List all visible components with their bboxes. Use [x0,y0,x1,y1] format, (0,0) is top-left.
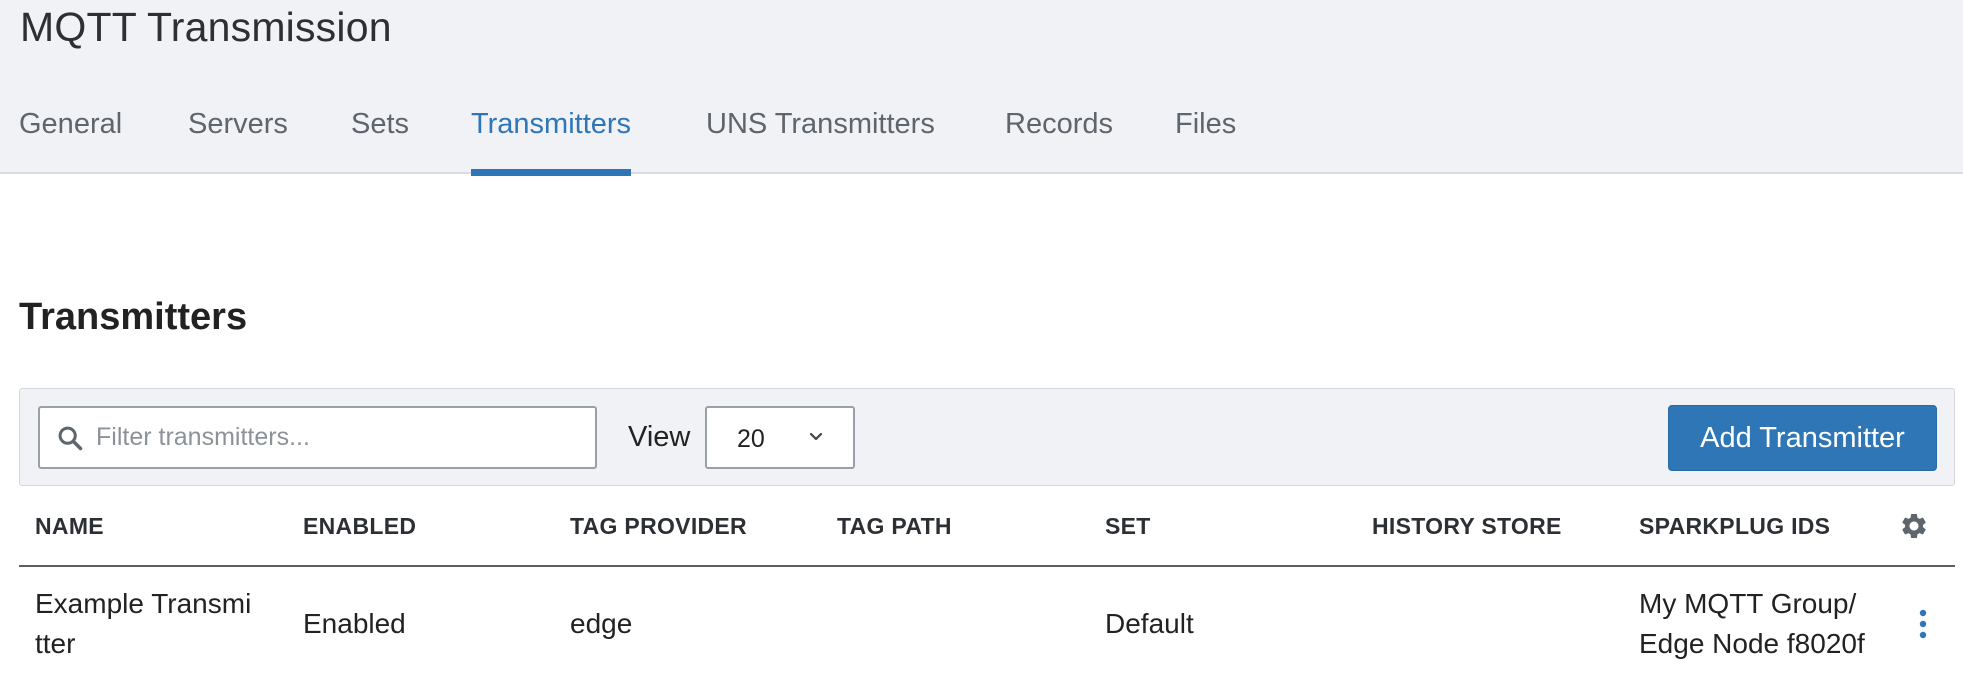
kebab-menu-icon[interactable] [1919,609,1927,639]
page-size-select[interactable]: 20 [705,406,855,469]
tab-servers[interactable]: Servers [188,104,288,174]
section-title: Transmitters [19,296,248,338]
gear-icon[interactable] [1899,511,1929,541]
cell-name-line2: tter [35,628,76,659]
cell-sparkplug-line2: Edge Node f8020f [1639,628,1865,659]
table-row[interactable]: Example Transmi tter Enabled edge Defaul… [19,567,1955,693]
table-header: NAME ENABLED TAG PROVIDER TAG PATH SET H… [19,486,1955,567]
column-header-history-store[interactable]: HISTORY STORE [1372,513,1562,540]
column-header-name[interactable]: NAME [35,513,104,540]
table-toolbar: View 20 Add Transmitter [19,388,1955,486]
search-box [38,406,597,469]
tab-bar: General Servers Sets Transmitters UNS Tr… [0,104,1963,176]
tab-transmitters[interactable]: Transmitters [471,104,632,176]
page-size-value: 20 [737,425,765,453]
tab-records[interactable]: Records [1005,104,1113,174]
search-input[interactable] [96,410,586,465]
tab-files[interactable]: Files [1175,104,1236,174]
cell-tag-provider: edge [570,608,633,639]
tab-uns-transmitters[interactable]: UNS Transmitters [706,104,935,174]
cell-sparkplug-ids: My MQTT Group/ Edge Node f8020f [1639,584,1865,664]
cell-sparkplug-line1: My MQTT Group/ [1639,588,1857,619]
tab-sets[interactable]: Sets [351,104,409,174]
cell-name-line1: Example Transmi [35,588,252,619]
column-header-sparkplug-ids[interactable]: SPARKPLUG IDS [1639,513,1830,540]
column-header-tag-provider[interactable]: TAG PROVIDER [570,513,747,540]
column-header-enabled[interactable]: ENABLED [303,513,416,540]
tab-general[interactable]: General [19,104,122,174]
page-title: MQTT Transmission [20,4,392,50]
add-transmitter-button[interactable]: Add Transmitter [1668,405,1937,471]
page-header: MQTT Transmission General Servers Sets T… [0,0,1963,176]
cell-enabled: Enabled [303,608,406,639]
cell-name: Example Transmi tter [35,584,251,664]
column-header-tag-path[interactable]: TAG PATH [837,513,952,540]
search-icon [58,426,83,451]
chevron-down-icon [809,432,823,441]
cell-set: Default [1105,608,1194,639]
column-header-set[interactable]: SET [1105,513,1151,540]
view-label: View [628,421,691,453]
